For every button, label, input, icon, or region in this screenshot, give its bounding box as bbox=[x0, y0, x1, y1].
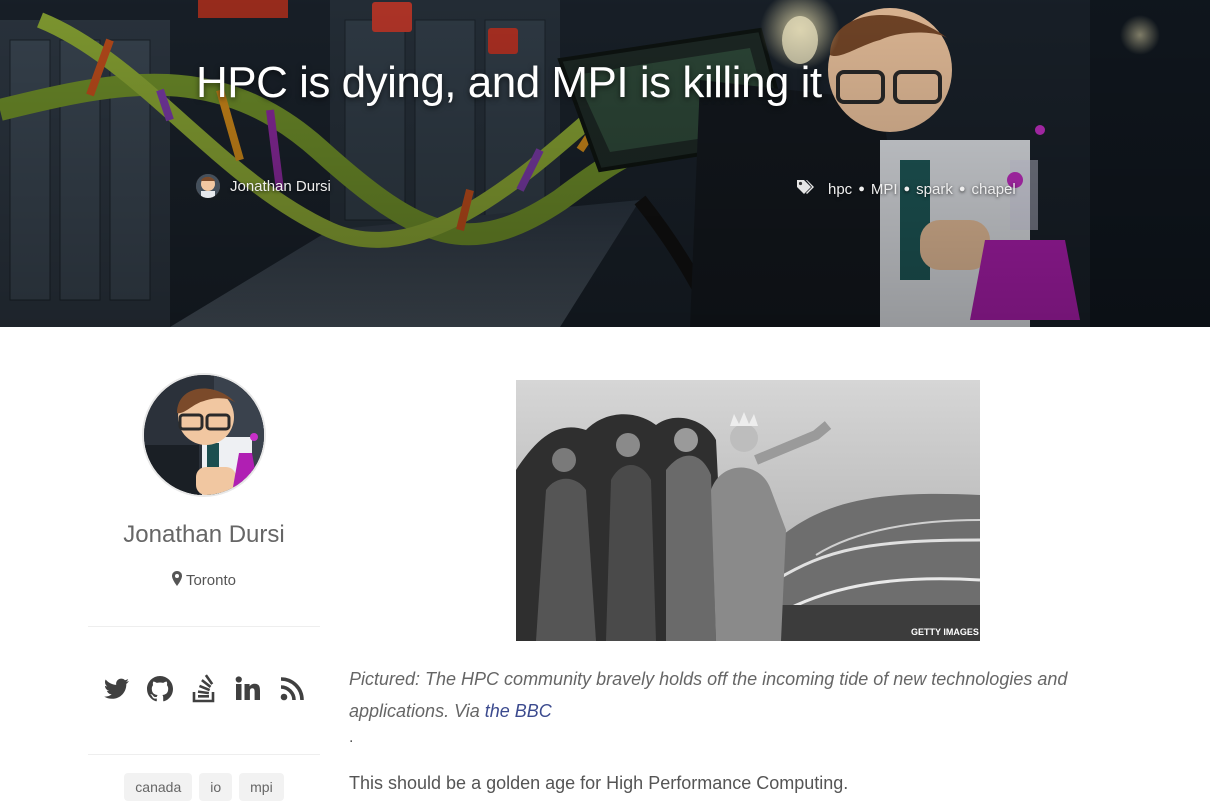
tags-icon bbox=[796, 179, 816, 199]
sidebar-tag-io[interactable]: io bbox=[199, 773, 233, 801]
sidebar-divider bbox=[88, 754, 320, 755]
hero-background-illustration bbox=[0, 0, 1210, 327]
sidebar-divider bbox=[88, 626, 320, 627]
sidebar-tag-canada[interactable]: canada bbox=[124, 773, 193, 801]
map-marker-icon bbox=[171, 571, 182, 590]
post-tag-mpi[interactable]: MPI bbox=[871, 181, 898, 198]
stackoverflow-icon[interactable] bbox=[189, 674, 219, 704]
bbc-link[interactable]: the BBC bbox=[485, 701, 552, 721]
hero-banner: HPC is dying, and MPI is killing it Jona… bbox=[0, 0, 1210, 327]
github-icon[interactable] bbox=[145, 674, 175, 704]
article-image-engraving: GETTY IMAGES bbox=[516, 380, 980, 641]
post-author-link[interactable]: Jonathan Dursi bbox=[196, 174, 331, 198]
post-title: HPC is dying, and MPI is killing it bbox=[196, 58, 822, 107]
tag-separator: ● bbox=[958, 183, 966, 195]
image-caption: Pictured: The HPC community bravely hold… bbox=[349, 663, 1069, 727]
caption-trailing-dot: . bbox=[349, 729, 354, 746]
post-tags: hpc ● MPI ● spark ● chapel bbox=[796, 179, 1016, 199]
article-body: GETTY IMAGES Pictured: The HPC community… bbox=[349, 380, 1069, 794]
post-author-name: Jonathan Dursi bbox=[230, 177, 331, 195]
location-text: Toronto bbox=[185, 572, 237, 589]
sidebar-author-name: Jonathan Dursi bbox=[123, 521, 285, 548]
tag-separator: ● bbox=[903, 183, 911, 195]
post-tag-hpc[interactable]: hpc bbox=[828, 181, 852, 198]
first-paragraph: This should be a golden age for High Per… bbox=[349, 773, 849, 793]
post-tag-chapel[interactable]: chapel bbox=[972, 181, 1016, 198]
linkedin-icon[interactable] bbox=[233, 674, 263, 704]
author-sidebar: Jonathan Dursi Toronto canada io mpi bbox=[88, 375, 320, 801]
image-watermark: GETTY IMAGES bbox=[911, 627, 979, 637]
author-mini-avatar bbox=[196, 174, 220, 198]
caption-text: Pictured: The HPC community bravely hold… bbox=[349, 669, 1068, 721]
author-avatar bbox=[144, 375, 264, 495]
author-location: Toronto bbox=[88, 571, 320, 590]
social-links bbox=[88, 674, 320, 706]
tag-separator: ● bbox=[858, 183, 865, 195]
twitter-icon[interactable] bbox=[101, 674, 131, 704]
sidebar-tag-mpi[interactable]: mpi bbox=[239, 773, 284, 801]
sidebar-tag-list: canada io mpi bbox=[88, 773, 320, 801]
post-tag-spark[interactable]: spark bbox=[916, 181, 953, 198]
rss-icon[interactable] bbox=[277, 674, 307, 704]
